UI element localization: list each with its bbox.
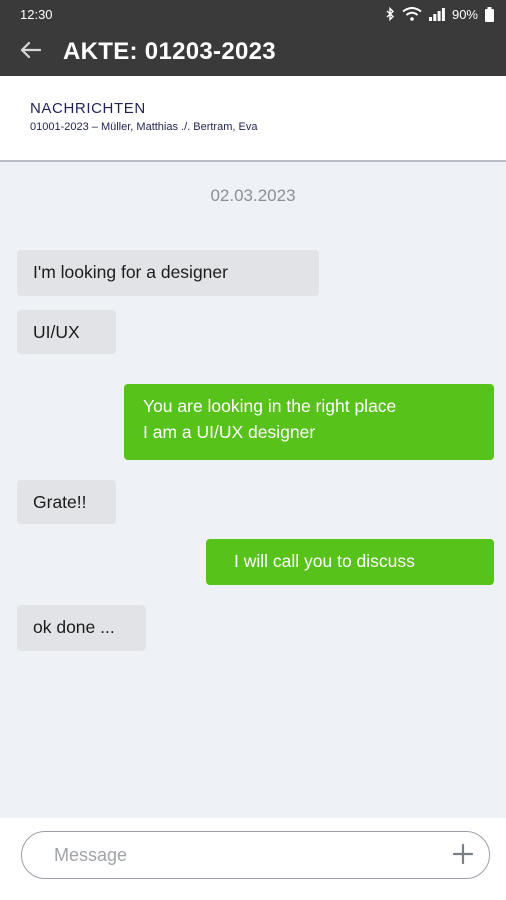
back-button[interactable] [0,28,60,76]
message-text: I'm looking for a designer [33,262,228,282]
battery-icon [485,6,494,22]
arrow-left-icon [19,41,42,64]
battery-text: 90% [451,6,478,22]
bluetooth-icon [386,7,395,21]
add-attachment-button[interactable] [451,842,475,866]
wifi-icon [402,7,422,21]
status-bar: 12:30 90% [0,0,506,28]
message-bubble-incoming[interactable]: Grate!! [17,480,116,524]
message-text: I am a UI/UX designer [143,422,316,442]
app-bar: AKTE: 01203-2023 [0,28,506,76]
date-separator: 02.03.2023 [210,186,296,205]
message-bubble-outgoing[interactable]: You are looking in the right place I am … [124,384,494,460]
message-bubble-incoming[interactable]: UI/UX [17,310,116,354]
conversation-header: NACHRICHTEN 01001-2023 – Müller, Matthia… [0,76,506,162]
section-title: NACHRICHTEN [30,100,146,117]
message-text: You are looking in the right place [143,396,397,416]
status-icons: 90% [386,6,494,22]
message-bubble-incoming[interactable]: ok done ... [17,605,146,651]
page-title: AKTE: 01203-2023 [63,38,276,65]
plus-icon [451,843,475,870]
message-text: Grate!! [33,492,87,512]
message-field[interactable] [21,831,490,879]
message-input[interactable] [52,832,436,879]
message-text: I will call you to discuss [234,551,415,571]
message-text: ok done ... [33,617,115,637]
case-subtitle: 01001-2023 – Müller, Matthias ./. Bertra… [30,121,258,133]
status-time: 12:30 [20,6,53,22]
message-bubble-incoming[interactable]: I'm looking for a designer [17,250,319,296]
signal-icon [428,7,445,21]
composer-bar [0,818,506,900]
message-bubble-outgoing[interactable]: I will call you to discuss [206,539,494,585]
chat-area[interactable]: 02.03.2023 I'm looking for a designer UI… [0,162,506,818]
message-text: UI/UX [33,322,80,342]
